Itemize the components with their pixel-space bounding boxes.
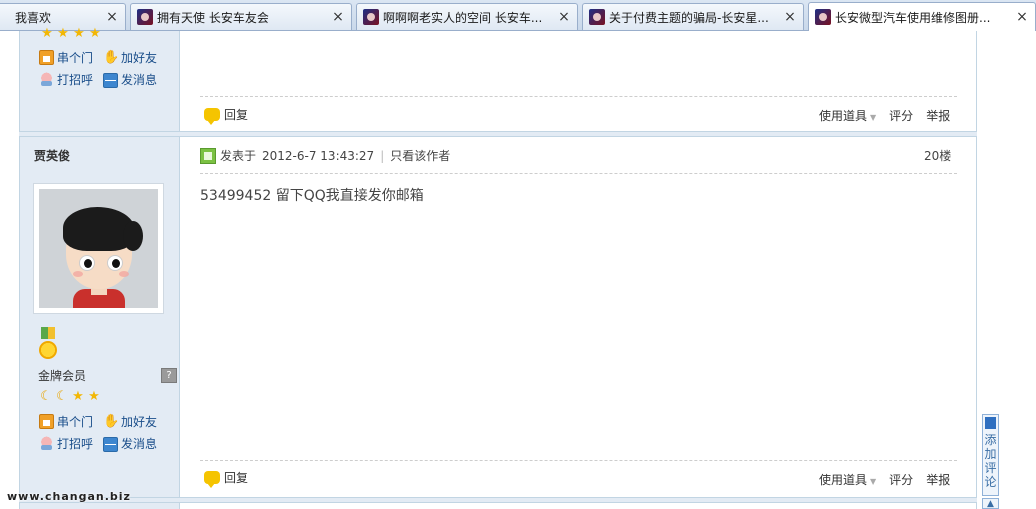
moon-icon: ☾ [40,389,52,404]
use-tool-button[interactable]: 使用道具 ▼ [819,471,876,488]
rank-stars: ☾ ☾ ★ ★ [39,390,101,404]
reply-label: 回复 [224,108,249,122]
avatar-image [39,189,158,308]
tab-label: 关于付费主题的骗局-长安星... [609,10,769,25]
home-icon [39,414,54,429]
add-friend-label: 加好友 [121,415,158,429]
visit-link[interactable]: 串个门 [39,413,93,430]
tab-3[interactable]: 关于付费主题的骗局-长安星... × [582,3,804,30]
grade-info-button[interactable]: ? [161,368,177,383]
posted-time: 2012-6-7 13:43:27 [262,148,375,163]
post-tools: 使用道具 ▼ 评分 举报 [819,471,950,488]
back-to-top-button[interactable]: ▲ [982,498,999,509]
report-button[interactable]: 举报 [926,471,950,488]
message-label: 发消息 [121,73,158,87]
star-icon: ★ [89,26,101,41]
add-comment-label: 添加评论 [984,433,997,489]
handshake-icon: ✋ [103,414,120,429]
tab-label: 长安微型汽车使用维修图册... [835,10,991,25]
tab-close-icon[interactable]: × [557,9,571,25]
tab-close-icon[interactable]: × [1015,9,1029,25]
avatar[interactable] [33,183,164,314]
browser-tab-bar: 我喜欢 × 拥有天使 长安车友会 × 啊啊啊老实人的空间 长安车... × 关于… [0,0,1036,31]
tab-close-icon[interactable]: × [105,9,119,25]
visit-label: 串个门 [57,51,94,65]
author-name[interactable]: 贾英俊 [34,147,70,164]
member-grade: 金牌会员 [38,369,87,383]
changan-logo-icon [137,9,153,25]
pen-icon [985,417,996,429]
meta-divider: | [380,148,385,163]
medal-icon [38,327,58,361]
use-tool-label: 使用道具 [819,473,868,487]
message-link[interactable]: 发消息 [103,435,157,452]
divider [200,96,957,97]
changan-logo-icon [815,9,831,25]
visit-link[interactable]: 串个门 [39,49,93,66]
posted-prefix: 发表于 [220,149,257,163]
post-meta: 发表于 2012-6-7 13:43:27 | 只看该作者 [200,147,450,164]
reply-icon [204,471,220,488]
online-status-icon [200,147,216,164]
message-link[interactable]: 发消息 [103,71,157,88]
tab-1[interactable]: 拥有天使 长安车友会 × [130,3,352,30]
only-author-link[interactable]: 只看该作者 [390,147,450,164]
add-friend-label: 加好友 [121,51,158,65]
floor-number[interactable]: 20楼 [924,147,951,164]
greet-link[interactable]: 打招呼 [39,435,93,452]
message-label: 发消息 [121,437,158,451]
greet-label: 打招呼 [57,437,94,451]
tab-close-icon[interactable]: × [331,9,345,25]
star-icon: ★ [72,389,84,404]
mail-icon [103,73,118,88]
site-watermark: www.changan.biz [7,490,131,503]
star-icon: ★ [57,26,69,41]
add-friend-link[interactable]: ✋ 加好友 [103,49,157,66]
tab-label: 拥有天使 长安车友会 [157,10,269,25]
post-content-area [180,31,977,509]
post-separator [19,131,977,137]
caret-down-icon: ▼ [870,113,877,122]
tab-4-active[interactable]: 长安微型汽车使用维修图册... × [808,2,1036,31]
visit-label: 串个门 [57,415,94,429]
greet-icon [39,436,54,451]
changan-logo-icon [363,9,379,25]
caret-down-icon: ▼ [870,477,877,486]
changan-logo-icon [589,9,605,25]
mail-icon [103,437,118,452]
greet-label: 打招呼 [57,73,94,87]
use-tool-button[interactable]: 使用道具 ▼ [819,107,876,124]
star-icon: ★ [88,389,100,404]
rate-button[interactable]: 评分 [889,107,913,124]
reply-icon [204,108,220,125]
home-icon [39,50,54,65]
post-tools: 使用道具 ▼ 评分 举报 [819,107,950,124]
rate-button[interactable]: 评分 [889,471,913,488]
greet-link[interactable]: 打招呼 [39,71,93,88]
report-button[interactable]: 举报 [926,107,950,124]
divider [200,460,957,461]
tab-label: 我喜欢 [15,10,52,25]
tab-close-icon[interactable]: × [783,9,797,25]
divider [200,173,957,174]
tab-label: 啊啊啊老实人的空间 长安车... [383,10,543,25]
greet-icon [39,72,54,87]
add-friend-link[interactable]: ✋ 加好友 [103,413,157,430]
reply-button[interactable]: 回复 [204,106,249,125]
previous-rank-stars: ★ ★ ★ ★ [40,27,102,41]
tab-2[interactable]: 啊啊啊老实人的空间 长安车... × [356,3,578,30]
use-tool-label: 使用道具 [819,109,868,123]
star-icon: ★ [41,26,53,41]
star-icon: ★ [73,26,85,41]
moon-icon: ☾ [56,389,68,404]
reply-button[interactable]: 回复 [204,469,249,488]
post-message: 53499452 留下QQ我直接发你邮箱 [200,188,424,204]
reply-label: 回复 [224,471,249,485]
handshake-icon: ✋ [103,50,120,65]
post-separator [19,497,977,503]
add-comment-button[interactable]: 添加评论 [982,414,999,496]
